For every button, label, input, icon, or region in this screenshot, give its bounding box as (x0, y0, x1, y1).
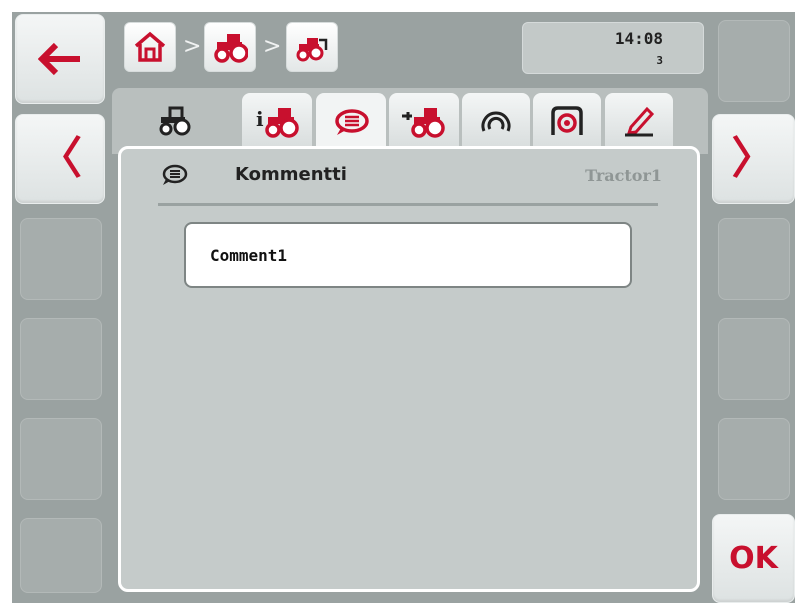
softkey-right-4[interactable] (718, 318, 790, 400)
info-tractor-icon: i (256, 107, 299, 138)
clock-time: 14:08 (614, 29, 663, 48)
list-item[interactable]: Comment1 (184, 222, 632, 288)
next-page-button[interactable]: 〉 (712, 114, 795, 204)
back-button[interactable] (15, 14, 105, 104)
speed-sensor-icon (481, 111, 511, 132)
breadcrumb-tractor-2[interactable] (286, 22, 338, 72)
divider (158, 203, 658, 206)
breadcrumb-tractor[interactable] (204, 22, 256, 72)
tab-info[interactable]: i (242, 93, 312, 149)
softkey-left-3[interactable] (20, 218, 102, 300)
breadcrumb-separator: > (263, 34, 282, 59)
chevron-right-icon: 〉 (731, 133, 776, 184)
tractor-hitch-icon (296, 38, 328, 62)
tab-hitch[interactable] (389, 93, 459, 149)
tractor-icon (159, 106, 191, 136)
object-name: Tractor1 (585, 166, 662, 185)
home-icon (134, 31, 166, 62)
breadcrumb-separator: > (183, 34, 202, 59)
softkey-left-5[interactable] (20, 418, 102, 500)
tab-speed[interactable] (462, 93, 530, 149)
tab-edit[interactable] (605, 93, 673, 149)
arrow-left-icon (38, 42, 80, 76)
status-clock: 14:08 3 (522, 22, 704, 74)
comment-icon (335, 109, 369, 135)
pencil-icon (625, 106, 655, 137)
softkey-left-4[interactable] (20, 318, 102, 400)
ok-button[interactable]: OK (712, 514, 795, 603)
softkey-right-1[interactable] (718, 20, 790, 102)
ok-label: OK (729, 541, 778, 576)
comment-text: Comment1 (210, 246, 288, 265)
chevron-left-icon: 〈 (38, 133, 82, 184)
softkey-right-3[interactable] (718, 218, 790, 300)
tractor-icon (214, 34, 248, 63)
softkey-left-6[interactable] (20, 518, 102, 593)
comment-icon (162, 164, 188, 185)
tab-pto[interactable] (533, 93, 601, 149)
page-title: Kommentti (235, 164, 347, 185)
breadcrumb-home[interactable] (124, 22, 176, 72)
previous-page-button[interactable]: 〈 (15, 114, 105, 204)
tab-tractor[interactable] (142, 93, 206, 149)
status-count: 3 (656, 54, 663, 67)
content-panel (118, 146, 700, 592)
softkey-right-5[interactable] (718, 418, 790, 500)
tab-comments[interactable] (316, 93, 386, 153)
svg-text:i: i (256, 107, 264, 131)
pto-icon (551, 106, 583, 135)
hitch-tractor-icon (402, 108, 445, 138)
